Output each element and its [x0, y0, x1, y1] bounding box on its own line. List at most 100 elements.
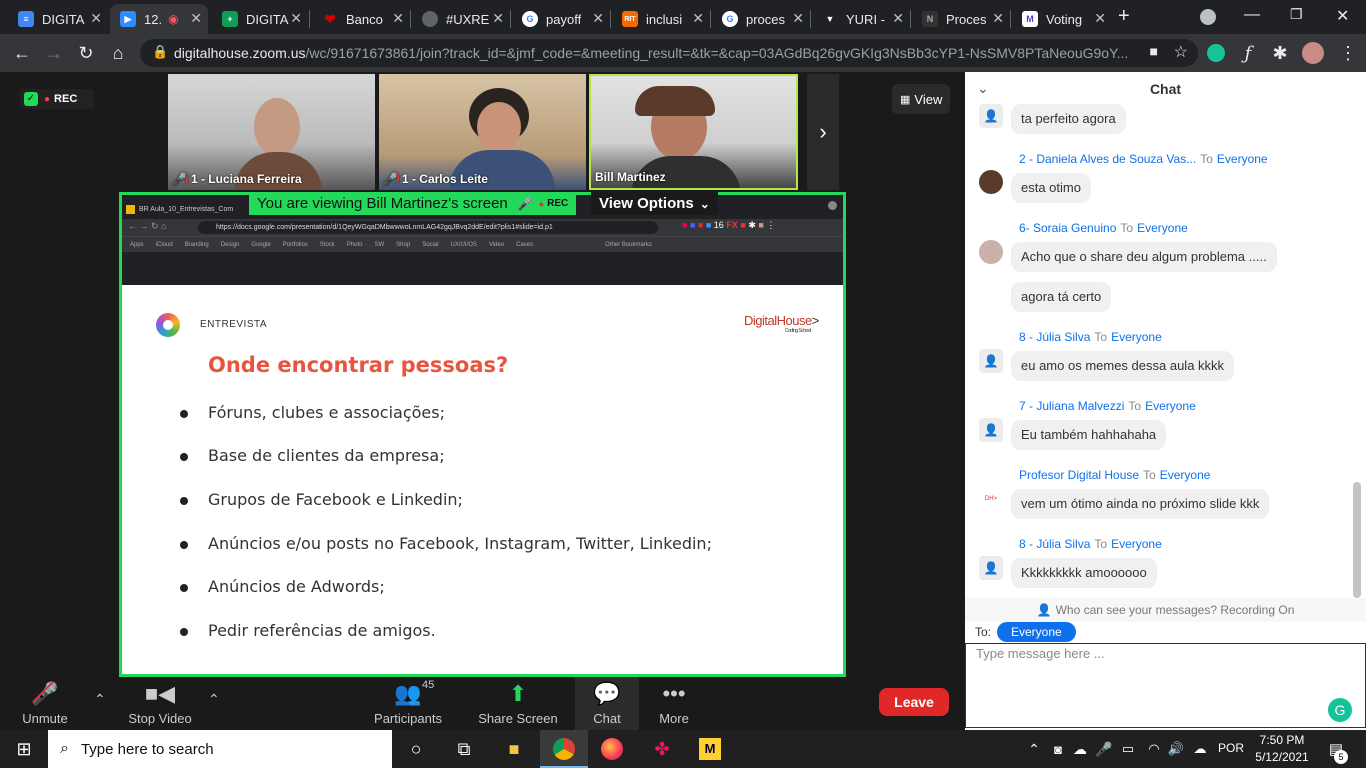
address-bar[interactable]: 🔒 digitalhouse.zoom.us/wc/91671673861/jo…: [140, 39, 1198, 67]
windows-taskbar: ⊞ ⌕ Type here to search ○ ⧉ ■ ✤ M ⌃ ◙ ☁ …: [0, 730, 1366, 768]
view-layout-button[interactable]: ▦ View: [892, 84, 951, 114]
camera-icon[interactable]: ■: [1149, 43, 1158, 59]
close-tab-icon[interactable]: ✕: [392, 10, 404, 27]
back-icon[interactable]: ←: [10, 41, 34, 65]
video-tile-active-speaker[interactable]: Bill Martinez: [589, 74, 798, 190]
user-avatar-icon: 👤: [979, 349, 1003, 373]
restore-icon[interactable]: ❐: [1290, 6, 1303, 23]
browser-tab[interactable]: M Voting ✕: [1012, 4, 1112, 34]
leave-button[interactable]: Leave: [879, 688, 949, 716]
audio-options-caret-icon[interactable]: ⌃: [94, 691, 106, 708]
google-icon: G: [522, 11, 538, 27]
cloud-upload-icon[interactable]: ☁: [1186, 735, 1214, 763]
browser-tab-bar: ≡ DIGITA ✕ ▶ 12. ◉ ✕ + DIGITA ✕ ❤ Banco …: [0, 0, 1366, 34]
close-tab-icon[interactable]: ✕: [592, 10, 604, 27]
tab-search-icon[interactable]: [1200, 9, 1216, 25]
chat-button[interactable]: 💬 Chat: [575, 677, 639, 730]
minimize-icon[interactable]: —: [1244, 6, 1260, 24]
grammarly-icon[interactable]: G: [1328, 698, 1352, 722]
share-screen-button[interactable]: ⬆ Share Screen: [476, 677, 560, 730]
next-video-page-button[interactable]: ›: [807, 74, 839, 190]
forward-icon[interactable]: →: [42, 41, 66, 65]
browser-tab[interactable]: N Proces ✕: [912, 4, 1010, 34]
taskbar-search-box[interactable]: ⌕ Type here to search: [48, 730, 392, 768]
view-options-button[interactable]: View Options ⌄: [591, 192, 718, 215]
miro-icon[interactable]: M: [699, 738, 721, 760]
close-tab-icon[interactable]: ✕: [90, 10, 102, 27]
recipient-selector[interactable]: Everyone: [997, 622, 1076, 642]
browser-tab[interactable]: G proces ✕: [712, 4, 810, 34]
close-tab-icon[interactable]: ✕: [1094, 10, 1106, 27]
user-avatar-photo: [979, 240, 1003, 264]
bookmark-star-icon[interactable]: ☆: [1173, 42, 1188, 62]
firefox-icon[interactable]: [601, 738, 623, 760]
chat-scrollbar[interactable]: [1353, 482, 1361, 598]
browser-tab-active[interactable]: ▶ 12. ◉ ✕: [110, 4, 208, 34]
participants-button[interactable]: 👥 45 Participants: [370, 677, 446, 730]
recording-notice[interactable]: 👤 Who can see your messages? Recording On: [965, 598, 1366, 622]
reload-icon[interactable]: ↻: [74, 41, 98, 65]
close-tab-icon[interactable]: ✕: [290, 10, 302, 27]
shared-bookmarks-bar: Apps iCloud Branding Design Google Portfolios…: [122, 236, 843, 252]
globe-icon: [422, 11, 438, 27]
presentation-slide: ENTREVISTA DigitalHouse> Coding School O…: [122, 285, 843, 674]
task-view-icon[interactable]: ⧉: [450, 735, 478, 763]
digital-house-avatar-icon: DH>: [979, 487, 1003, 511]
chat-message-input[interactable]: Type message here ... G: [965, 643, 1366, 728]
grid-icon: ▦: [900, 93, 911, 106]
video-options-caret-icon[interactable]: ⌃: [208, 691, 220, 708]
grammarly-icon[interactable]: [1207, 44, 1225, 62]
slack-icon[interactable]: ✤: [648, 735, 676, 763]
browser-tab[interactable]: RIT inclusi ✕: [612, 4, 710, 34]
formula-extension-icon[interactable]: ƒ: [1236, 41, 1260, 65]
browser-tab[interactable]: ▼ YURI - ✕: [812, 4, 910, 34]
shared-screen[interactable]: BR Aula_10_Entrevistas_Com ← → ↻ ⌂ https…: [119, 192, 846, 677]
browser-tab[interactable]: ≡ DIGITA ✕: [8, 4, 108, 34]
notification-count-badge: 5: [1334, 750, 1348, 764]
browser-tab[interactable]: + DIGITA ✕: [212, 4, 308, 34]
user-avatar-icon: 👤: [979, 556, 1003, 580]
participant-face: [254, 98, 300, 156]
close-tab-icon[interactable]: ✕: [190, 10, 202, 27]
bank-icon: ❤: [324, 10, 336, 27]
chat-message: Eu também hahhahaha: [1011, 420, 1167, 450]
chat-message: vem um ótimo ainda no próximo slide kkk: [1011, 489, 1270, 519]
menu-kebab-icon[interactable]: ⋮: [1336, 41, 1360, 65]
slide-brand: DigitalHouse> Coding School: [744, 313, 819, 334]
input-language[interactable]: POR: [1218, 741, 1244, 755]
muted-mic-icon: 🎤: [31, 681, 59, 706]
docs-icon: ≡: [18, 11, 34, 27]
stop-video-button[interactable]: ■◀ Stop Video: [124, 677, 196, 730]
video-tile[interactable]: 🎤̸ 1 - Carlos Leite: [379, 74, 586, 190]
slide-bullet: Base de clientes da empresa;: [180, 446, 445, 465]
shared-window-close-icon: [828, 201, 837, 210]
close-tab-icon[interactable]: ✕: [492, 10, 504, 27]
browser-tab[interactable]: G payoff ✕: [512, 4, 610, 34]
browser-tab[interactable]: #UXRE ✕: [412, 4, 510, 34]
new-tab-icon[interactable]: +: [1118, 5, 1130, 28]
taskbar-chrome-active[interactable]: [540, 730, 588, 768]
file-explorer-icon[interactable]: ■: [500, 735, 528, 763]
video-tile[interactable]: 🎤̸ 1 - Luciana Ferreira: [168, 74, 375, 190]
battery-icon[interactable]: ▭: [1114, 735, 1142, 763]
close-tab-icon[interactable]: ✕: [792, 10, 804, 27]
windows-start-icon[interactable]: ⊞: [10, 735, 38, 763]
close-tab-icon[interactable]: ✕: [692, 10, 704, 27]
chat-title: Chat: [1149, 81, 1182, 97]
rec-indicator: ✓ ● REC: [20, 89, 94, 109]
cortana-icon[interactable]: ○: [402, 735, 430, 763]
participant-face: [477, 102, 521, 152]
profile-avatar[interactable]: [1302, 42, 1324, 64]
extensions-icon[interactable]: ✱: [1268, 41, 1292, 65]
more-button[interactable]: ••• More: [650, 677, 698, 730]
unmute-button[interactable]: 🎤 Unmute: [14, 677, 76, 730]
close-tab-icon[interactable]: ✕: [992, 10, 1004, 27]
more-dots-icon: •••: [662, 681, 686, 706]
close-window-icon[interactable]: ✕: [1336, 6, 1349, 26]
home-icon[interactable]: ⌂: [106, 41, 130, 65]
rec-dot-icon: ●: [44, 93, 51, 105]
browser-tab[interactable]: ❤ Banco ✕: [312, 4, 410, 34]
close-tab-icon[interactable]: ✕: [892, 10, 904, 27]
gmail-icon: M: [1022, 11, 1038, 27]
taskbar-clock[interactable]: 7:50 PM 5/12/2021: [1250, 732, 1314, 766]
